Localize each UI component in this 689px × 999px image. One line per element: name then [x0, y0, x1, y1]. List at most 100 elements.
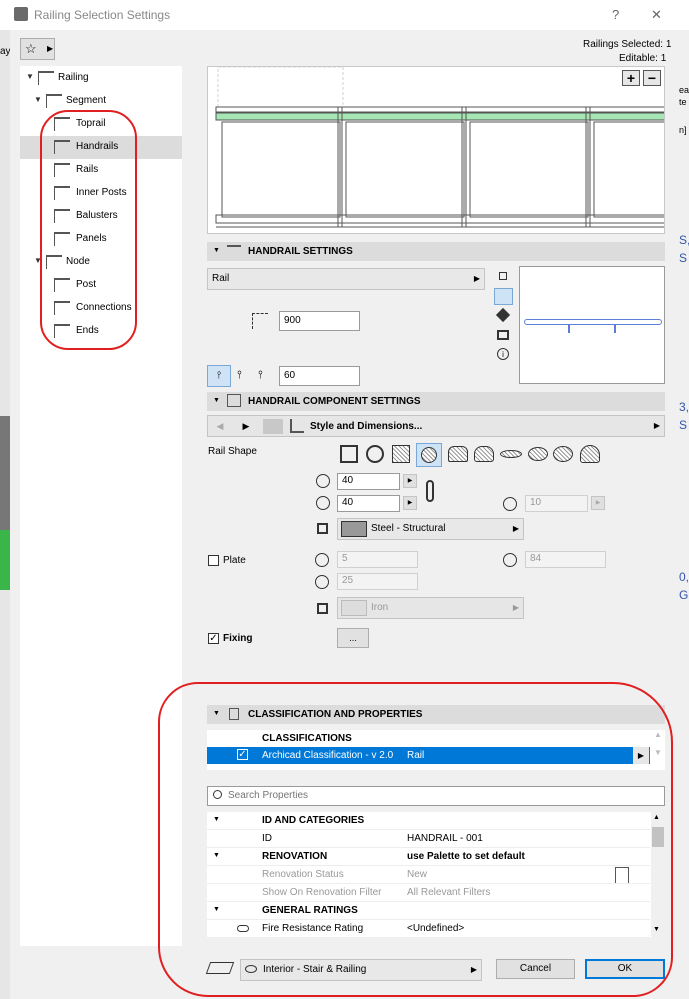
tree-item-label: Segment [66, 95, 107, 106]
shape-square-icon[interactable] [340, 445, 358, 463]
radius-icon [503, 497, 517, 511]
expand-arrow-icon[interactable]: ▼ [34, 95, 42, 104]
plate-height-field[interactable]: 25 [337, 573, 418, 590]
prev-page-button[interactable]: ◀ [208, 416, 232, 436]
section-view-icon[interactable] [494, 288, 513, 305]
app-icon [14, 7, 28, 21]
shape-flat-oval-icon[interactable] [500, 450, 522, 458]
shape-oval-icon[interactable] [528, 447, 548, 461]
height-field[interactable]: 900 [279, 311, 360, 331]
offset-mode-1-icon[interactable]: ⫯ [207, 365, 231, 387]
background-text: te [679, 97, 687, 107]
depth-arrow-button[interactable]: ▶ [403, 496, 417, 510]
offset-field[interactable]: 60 [279, 366, 360, 386]
handrail-settings-header[interactable]: ▼ HANDRAIL SETTINGS [207, 242, 665, 261]
shape-mushroom-icon[interactable] [580, 445, 600, 463]
shape-profile-1-icon[interactable] [448, 446, 468, 462]
field-value: 40 [342, 475, 354, 486]
field-value: 5 [342, 553, 348, 564]
plate-width-field[interactable]: 84 [525, 551, 606, 568]
background-text: ea [679, 85, 689, 95]
width-arrow-button[interactable]: ▶ [403, 474, 417, 488]
page-title[interactable]: Style and Dimensions... [310, 421, 422, 432]
close-button[interactable]: ✕ [651, 7, 662, 23]
link-chain-icon[interactable] [426, 480, 434, 502]
depth-field[interactable]: 40 [337, 495, 400, 512]
tree-item-icon [38, 71, 54, 85]
tree-item[interactable]: ▼ Railing [20, 67, 182, 90]
plate-thickness-field[interactable]: 5 [337, 551, 418, 568]
page-nav: ◀ ▶ Style and Dimensions... ▶ [207, 415, 665, 437]
chevron-right-icon: ▶ [653, 421, 660, 430]
tree-item-label: Railing [58, 72, 89, 83]
favorites-star-icon: ☆ [25, 41, 37, 56]
background-drawing-green [0, 530, 10, 590]
fixing-checkbox[interactable]: ✓ [208, 633, 219, 644]
favorites-button[interactable]: ☆ ▶ [20, 38, 55, 60]
height-icon [252, 313, 268, 329]
depth-icon [316, 496, 330, 510]
width-icon [316, 474, 330, 488]
handrail-preview-box [519, 266, 665, 384]
elevation-view-icon[interactable] [497, 330, 509, 340]
field-value: 900 [284, 315, 301, 326]
window-title: Railing Selection Settings [34, 8, 171, 22]
radius-arrow-button[interactable]: ▶ [591, 496, 605, 510]
zoom-out-button[interactable]: − [643, 70, 661, 86]
railing-preview[interactable]: + − [207, 66, 665, 234]
section-title: HANDRAIL SETTINGS [248, 246, 353, 257]
handrail-type-select[interactable]: Rail ▶ [207, 268, 485, 290]
radius-field[interactable]: 10 [525, 495, 588, 512]
editable-count: Editable: 1 [619, 53, 667, 61]
rail-shape-picker [338, 443, 606, 469]
shape-profile-2-icon[interactable] [474, 446, 494, 462]
component-settings-header[interactable]: ▼ HANDRAIL COMPONENT SETTINGS [207, 392, 665, 411]
style-dimensions-icon [290, 419, 304, 433]
next-page-button[interactable]: ▶ [234, 416, 258, 436]
railings-selected: Railings Selected: 1 [583, 39, 672, 50]
page-icon [263, 419, 283, 434]
select-value: Iron [371, 602, 389, 613]
collapse-icon: ▼ [213, 397, 220, 404]
material-icon [317, 523, 328, 534]
field-value: 40 [342, 497, 354, 508]
rail-line [524, 319, 662, 325]
plate-material-select[interactable]: Iron ▶ [337, 597, 524, 619]
shape-ellipse-icon[interactable] [553, 446, 573, 462]
offset-mode-3-icon[interactable]: ⫯ [258, 369, 263, 382]
material-select[interactable]: Steel - Structural ▶ [337, 518, 524, 540]
shape-hatched-circle-icon[interactable] [416, 443, 442, 467]
title-bar: Railing Selection Settings ? ✕ [0, 0, 689, 30]
chevron-right-icon: ▶ [512, 524, 519, 533]
width-field[interactable]: 40 [337, 473, 400, 490]
background-right: ea te n] S, S 3, S 0, G [679, 85, 689, 665]
fixing-settings-button[interactable]: ... [337, 628, 369, 648]
zoom-in-button[interactable]: + [622, 70, 640, 86]
background-text: S [679, 418, 688, 432]
section-title: HANDRAIL COMPONENT SETTINGS [248, 396, 421, 407]
annotation-outline-classification [158, 682, 673, 997]
annotation-outline-tree [40, 110, 137, 350]
fixing-button-label: ... [349, 633, 357, 643]
offset-mode-2-icon[interactable]: ⫯ [237, 369, 242, 382]
field-value: 10 [530, 497, 542, 508]
chevron-right-icon: ▶ [473, 274, 480, 283]
background-text: 3, [679, 400, 689, 414]
rail-bracket [614, 325, 616, 333]
background-text: S, [679, 233, 689, 247]
shape-circle-icon[interactable] [366, 445, 384, 463]
3d-view-icon[interactable] [495, 307, 511, 323]
tree-item-icon [46, 94, 62, 108]
field-value: 60 [284, 370, 296, 381]
view-toolbar: i [494, 268, 514, 363]
material-swatch [341, 521, 367, 537]
expand-arrow-icon[interactable]: ▼ [26, 72, 34, 81]
select-value: Rail [212, 273, 230, 284]
material-swatch [341, 600, 367, 616]
handrail-icon [227, 245, 241, 257]
plan-view-icon[interactable] [499, 272, 507, 280]
plate-checkbox[interactable] [208, 555, 219, 566]
help-button[interactable]: ? [612, 7, 619, 22]
info-icon[interactable]: i [497, 348, 509, 360]
shape-hatched-square-icon[interactable] [392, 445, 410, 463]
